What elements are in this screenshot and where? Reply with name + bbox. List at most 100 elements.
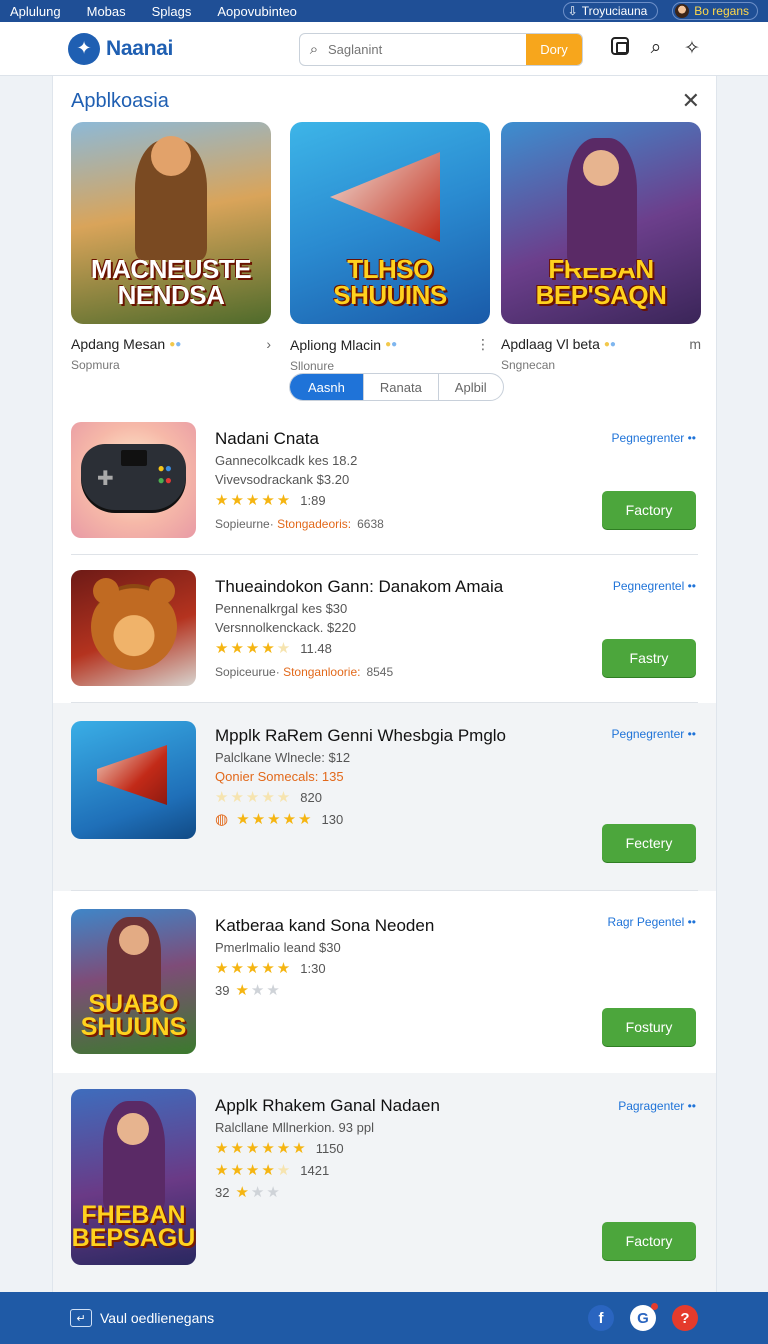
help-icon[interactable]: ?: [672, 1305, 698, 1331]
app-name[interactable]: Nadani Cnata: [215, 429, 384, 449]
rating-count: 820: [300, 790, 322, 805]
app-thumbnail[interactable]: ✚ ●● ●●: [71, 422, 196, 538]
top-nav-item[interactable]: Mobas: [87, 4, 126, 19]
details-link[interactable]: Pegnegrenter ••: [612, 727, 696, 741]
chevron-right-icon[interactable]: ›: [266, 336, 271, 352]
app-thumbnail[interactable]: FHEBAN BEPSAGU: [71, 1089, 196, 1265]
star-rating: 39 ★★★: [215, 982, 282, 999]
featured-art-title: TLHSO SHUUINS: [333, 254, 447, 310]
feedback-icon: ↵: [70, 1309, 92, 1327]
details-link[interactable]: Pegnegrenter ••: [612, 431, 696, 445]
top-nav: Aplulung Mobas Splags Aopovubinteo: [10, 4, 297, 19]
bear-mascot-icon: [91, 578, 177, 670]
search-icon: ⌕: [309, 41, 319, 58]
more-icon[interactable]: m: [689, 336, 701, 352]
list-item: Mpplk RaRem Genni Whesbgia Pmglo Palclka…: [53, 703, 716, 891]
rating-count: 11.48: [300, 641, 332, 656]
top-nav-item[interactable]: Aplulung: [10, 4, 61, 19]
badge-icon: ●●: [385, 339, 398, 350]
meta-label: Sopiceurue·: [215, 665, 280, 679]
app-name[interactable]: Thueaindokon Gann: Danakom Amaia: [215, 577, 503, 597]
app-name[interactable]: Katberaa kand Sona Neoden: [215, 916, 434, 936]
tab-3[interactable]: Aplbil: [437, 374, 503, 400]
featured-sub: Sllonure: [290, 359, 335, 373]
meta-number: 8545: [366, 665, 394, 679]
rating-count: 32: [215, 1185, 230, 1200]
rating-count: 1150: [315, 1141, 344, 1156]
app-name[interactable]: Applk Rhakem Ganal Nadaen: [215, 1096, 440, 1116]
app-thumbnail[interactable]: [71, 721, 196, 839]
featured-name: Apliong Mlacin: [290, 336, 382, 353]
download-icon: ⇩: [567, 4, 578, 18]
details-link[interactable]: Pegnegrentel ••: [613, 579, 696, 593]
install-button[interactable]: Factory: [602, 491, 696, 529]
star-rating: ◍ ★★★★★ 130: [215, 811, 344, 828]
avatar: [675, 4, 690, 18]
featured-card[interactable]: FREBAN BEP'SAQN Apdlaag Vl beta ●● m Sng…: [501, 122, 701, 372]
facebook-icon[interactable]: f: [588, 1305, 614, 1331]
meta-label: Sopieurne·: [215, 517, 274, 531]
gamepad-icon: ✚ ●● ●●: [81, 444, 186, 510]
tab-1[interactable]: Aasnh: [290, 374, 363, 400]
user-menu[interactable]: ⇩ Troyuciauna: [562, 2, 659, 20]
search-bar: ⌕ Dory: [299, 33, 583, 66]
featured-image: MACNEUSTE NENDSA: [71, 122, 271, 324]
rating-count: 1:30: [300, 961, 326, 976]
camera-icon[interactable]: [610, 37, 630, 61]
app-detail: Pmerlmalio leand $30: [215, 940, 341, 955]
featured-carousel: MACNEUSTE NENDSA Apdang Mesan ●● › Sopmu…: [71, 122, 701, 412]
star-logo-icon: ✦: [68, 32, 100, 65]
star-rating: ★★★★★ 11.48: [215, 640, 332, 657]
star-rating: ★★★★★ 820: [215, 789, 322, 806]
app-name[interactable]: Mpplk RaRem Genni Whesbgia Pmglo: [215, 726, 506, 746]
list-item: Thueaindokon Gann: Danakom Amaia Pennena…: [53, 555, 716, 703]
puzzle-icon[interactable]: ✧: [682, 37, 702, 61]
app-thumbnail[interactable]: SUABO SHUUNS: [71, 909, 196, 1054]
star-rating: ★★★★★ 1421: [215, 1162, 330, 1179]
featured-card[interactable]: MACNEUSTE NENDSA Apdang Mesan ●● › Sopmu…: [71, 122, 271, 372]
tab-2[interactable]: Ranata: [362, 374, 438, 400]
apps-panel: Apblkoasia ✕ MACNEUSTE NENDSA Apdang Mes…: [52, 76, 717, 1292]
logo-text: Naanai: [106, 36, 174, 60]
install-button[interactable]: Fectery: [602, 824, 696, 862]
meta-highlight: Stongadeoris:: [277, 517, 352, 531]
details-link[interactable]: Pagragenter ••: [618, 1099, 696, 1113]
rating-count: 1:89: [300, 493, 326, 508]
megaphone-icon: [97, 745, 167, 805]
google-icon[interactable]: G: [630, 1303, 658, 1331]
list-item: SUABO SHUUNS Katberaa kand Sona Neoden P…: [53, 891, 716, 1073]
install-button[interactable]: Factory: [602, 1222, 696, 1260]
star-rating: ★★★★★ 1:89: [215, 492, 326, 509]
featured-image: FREBAN BEP'SAQN: [501, 122, 701, 324]
top-nav-item[interactable]: Splags: [152, 4, 192, 19]
install-button[interactable]: Fostury: [602, 1008, 696, 1046]
featured-art-title: MACNEUSTE NENDSA: [90, 254, 252, 310]
badge-icon: ●●: [603, 338, 616, 350]
badge-icon: ●●: [169, 338, 182, 350]
user-label: Troyuciauna: [581, 4, 648, 18]
app-detail-highlight: Qonier Somecals: 135: [215, 769, 344, 784]
search-icon[interactable]: ⌕: [646, 37, 666, 61]
footer-label: Vaul oedlienegans: [100, 1310, 215, 1326]
header: ✦ Naanai ⌕ Dory ⌕ ✧: [0, 22, 768, 76]
star-rating: ★★★★★★ 1150: [215, 1140, 344, 1157]
more-options-icon[interactable]: ⋮: [476, 336, 490, 353]
app-detail: Ralcllane Mllnerkion. 93 ppl: [215, 1120, 374, 1135]
account-menu[interactable]: Bo regans: [672, 2, 758, 20]
top-nav-item[interactable]: Aopovubinteo: [217, 4, 297, 19]
featured-card[interactable]: TLHSO SHUUINS Apliong Mlacin ●● ⋮ Sllonu…: [290, 122, 490, 373]
account-label: Bo regans: [694, 4, 749, 18]
search-button[interactable]: Dory: [526, 34, 582, 65]
featured-image: TLHSO SHUUINS: [290, 122, 490, 324]
tab-group: Aasnh Ranata Aplbil: [289, 373, 504, 401]
featured-name: Apdang Mesan: [71, 336, 166, 352]
app-detail: Pennenalkrgal kes $30: [215, 601, 348, 616]
search-input[interactable]: [328, 42, 526, 57]
details-link[interactable]: Ragr Pegentel ••: [608, 915, 696, 929]
app-thumbnail[interactable]: [71, 570, 196, 686]
install-button[interactable]: Fastry: [602, 639, 696, 677]
feedback-link[interactable]: ↵ Vaul oedlienegans: [70, 1309, 214, 1327]
app-meta: Sopieurne· Stongadeoris: 6638: [215, 517, 384, 531]
logo[interactable]: ✦ Naanai: [68, 32, 174, 65]
close-icon[interactable]: ✕: [682, 88, 700, 114]
